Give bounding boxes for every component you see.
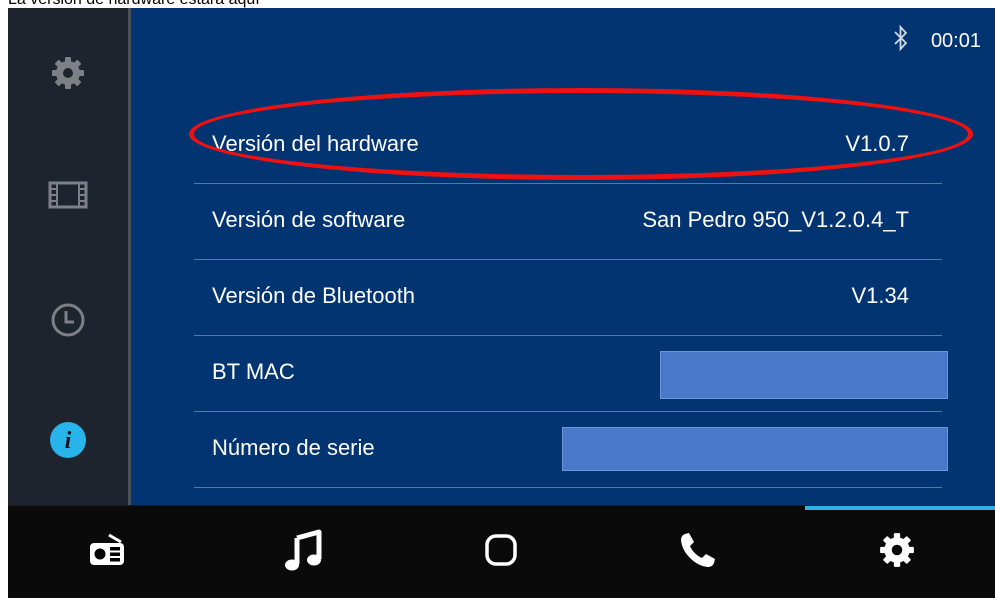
system-info-panel: 00:01 Versión del hardware V1.0.7 Versió… <box>131 8 995 505</box>
row-label: BT MAC <box>212 359 295 384</box>
row-label: Versión del hardware <box>212 131 419 156</box>
sidebar-item-info[interactable]: i <box>8 400 128 480</box>
nav-settings[interactable] <box>798 506 995 598</box>
nav-radio[interactable] <box>8 506 205 598</box>
bluetooth-icon <box>893 24 909 58</box>
radio-icon <box>87 532 127 573</box>
sidebar: i <box>8 8 131 505</box>
row-label: Número de serie <box>212 435 375 460</box>
film-icon <box>48 180 88 210</box>
info-icon: i <box>49 421 87 459</box>
sidebar-item-video[interactable] <box>8 155 128 235</box>
row-value: V1.0.7 <box>845 131 909 156</box>
nav-home[interactable] <box>402 506 599 598</box>
sidebar-item-settings[interactable] <box>8 33 128 113</box>
list-item-software-version: Versión de software San Pedro 950_V1.2.0… <box>194 184 942 260</box>
row-value: V1.34 <box>851 283 910 308</box>
clock-time: 00:01 <box>930 29 981 52</box>
phone-icon <box>678 530 718 575</box>
gear-icon <box>50 55 86 91</box>
svg-text:i: i <box>65 428 72 454</box>
redaction-box <box>660 351 948 399</box>
status-bar: 00:01 <box>893 24 981 58</box>
list-item-bluetooth-version: Versión de Bluetooth V1.34 <box>194 260 942 336</box>
row-label: Versión de Bluetooth <box>212 283 416 308</box>
list-item-hardware-version: Versión del hardware V1.0.7 <box>194 108 942 184</box>
settings-icon <box>878 531 916 574</box>
head-unit-screen: i 00:01 Versión del hardware V1.0.7 Vers… <box>8 8 995 598</box>
list-item-serial-number: Número de serie <box>194 412 948 488</box>
row-value: San Pedro 950_V1.2.0.4_T <box>642 207 909 232</box>
music-icon <box>284 528 324 577</box>
home-icon <box>483 532 519 573</box>
list-item-bt-mac: BT MAC <box>194 336 948 412</box>
clock-icon <box>49 301 87 339</box>
sidebar-item-clock[interactable] <box>8 280 128 360</box>
nav-phone[interactable] <box>599 506 796 598</box>
nav-music[interactable] <box>205 506 402 598</box>
info-list: Versión del hardware V1.0.7 Versión de s… <box>194 108 948 488</box>
redaction-box <box>562 427 948 471</box>
row-label: Versión de software <box>212 207 406 232</box>
bottom-nav <box>8 505 995 598</box>
